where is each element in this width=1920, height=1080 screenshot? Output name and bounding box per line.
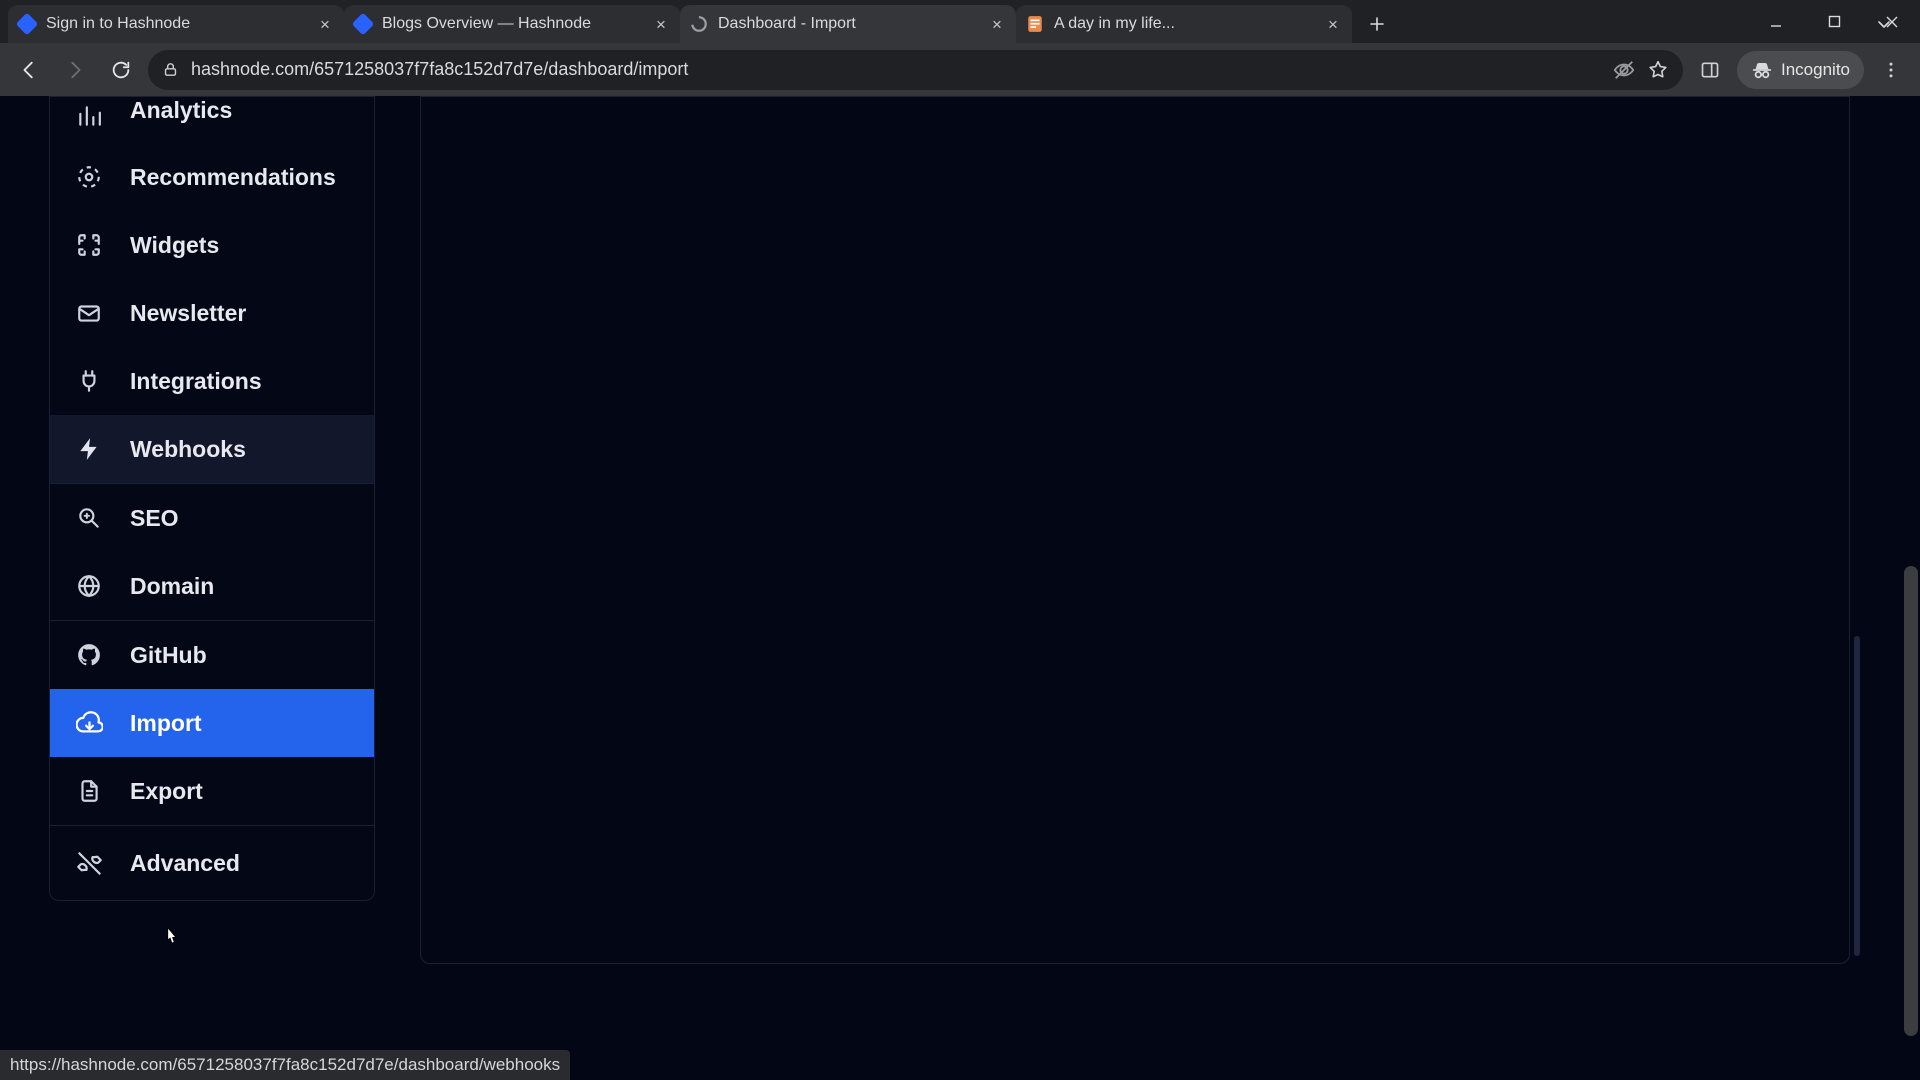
sidebar-item-github[interactable]: GitHub [50, 621, 374, 689]
tab-title: Dashboard - Import [718, 15, 978, 33]
analytics-icon [74, 101, 104, 131]
page-content: Analytics Recommendations Widgets [0, 96, 1920, 1080]
tab-strip: Sign in to Hashnode × Blogs Overview — H… [0, 0, 1920, 43]
main-content-panel [420, 96, 1850, 964]
viewport-scrollbar-thumb[interactable] [1904, 566, 1918, 1036]
sidebar-item-label: Newsletter [130, 300, 246, 327]
integrations-icon [74, 366, 104, 396]
newsletter-icon [74, 298, 104, 328]
sidebar-item-label: Advanced [130, 850, 240, 877]
sidebar-item-export[interactable]: Export [50, 757, 374, 825]
close-tab-icon[interactable]: × [1324, 16, 1342, 33]
dashboard-sidebar: Analytics Recommendations Widgets [49, 96, 375, 901]
new-tab-button[interactable] [1360, 7, 1394, 41]
sidebar-item-seo[interactable]: SEO [50, 484, 374, 552]
incognito-icon [1751, 59, 1773, 81]
window-controls [1748, 0, 1920, 43]
browser-tab-active[interactable]: Dashboard - Import × [680, 5, 1016, 43]
close-tab-icon[interactable]: × [652, 16, 670, 33]
window-maximize-button[interactable] [1806, 3, 1862, 41]
address-bar-url: hashnode.com/6571258037f7fa8c152d7d7e/da… [191, 59, 1601, 80]
sidebar-item-integrations[interactable]: Integrations [50, 347, 374, 415]
sidebar-item-label: Analytics [130, 97, 232, 124]
sidebar-item-widgets[interactable]: Widgets [50, 211, 374, 279]
sidebar-item-analytics[interactable]: Analytics [50, 97, 374, 143]
window-minimize-button[interactable] [1748, 3, 1804, 41]
window-close-button[interactable] [1864, 3, 1920, 41]
widgets-icon [74, 230, 104, 260]
sidebar-item-label: Widgets [130, 232, 219, 259]
bookmark-star-icon[interactable] [1647, 59, 1669, 81]
sidebar-item-label: Domain [130, 573, 214, 600]
sidebar-item-import[interactable]: Import [50, 689, 374, 757]
browser-tab[interactable]: Sign in to Hashnode × [8, 5, 344, 43]
incognito-label: Incognito [1781, 60, 1850, 80]
domain-icon [74, 571, 104, 601]
address-bar[interactable]: hashnode.com/6571258037f7fa8c152d7d7e/da… [148, 50, 1683, 90]
hashnode-favicon-icon [18, 15, 36, 33]
browser-menu-button[interactable] [1872, 51, 1910, 89]
webhooks-icon [74, 434, 104, 464]
side-panel-button[interactable] [1691, 51, 1729, 89]
sidebar-item-label: Export [130, 778, 203, 805]
export-icon [74, 776, 104, 806]
tab-title: A day in my life... [1054, 15, 1314, 33]
status-bar-url: https://hashnode.com/6571258037f7fa8c152… [10, 1055, 560, 1075]
mouse-cursor-icon [161, 926, 181, 952]
nav-back-button[interactable] [10, 51, 48, 89]
status-bar: https://hashnode.com/6571258037f7fa8c152… [0, 1050, 570, 1080]
sidebar-item-advanced[interactable]: Advanced [50, 826, 374, 900]
close-tab-icon[interactable]: × [988, 16, 1006, 33]
browser-toolbar: hashnode.com/6571258037f7fa8c152d7d7e/da… [0, 43, 1920, 96]
hashnode-favicon-icon [354, 15, 372, 33]
close-tab-icon[interactable]: × [316, 16, 334, 33]
sidebar-item-label: Recommendations [130, 164, 336, 191]
sidebar-item-domain[interactable]: Domain [50, 552, 374, 620]
sidebar-item-label: Integrations [130, 368, 262, 395]
sidebar-item-recommendations[interactable]: Recommendations [50, 143, 374, 211]
import-icon [74, 708, 104, 738]
doc-favicon-icon [1026, 15, 1044, 33]
nav-reload-button[interactable] [102, 51, 140, 89]
advanced-icon [74, 848, 104, 878]
browser-window: Sign in to Hashnode × Blogs Overview — H… [0, 0, 1920, 1080]
content-scrollbar[interactable] [1854, 636, 1860, 956]
loading-favicon-icon [690, 15, 708, 33]
recommendations-icon [74, 162, 104, 192]
sidebar-item-label: GitHub [130, 642, 207, 669]
sidebar-item-newsletter[interactable]: Newsletter [50, 279, 374, 347]
incognito-indicator[interactable]: Incognito [1737, 51, 1864, 89]
sidebar-item-label: SEO [130, 505, 179, 532]
lock-icon [162, 61, 179, 78]
tab-title: Sign in to Hashnode [46, 15, 306, 33]
github-icon [74, 640, 104, 670]
tracking-protection-icon[interactable] [1613, 59, 1635, 81]
sidebar-item-webhooks[interactable]: Webhooks [50, 415, 374, 483]
tab-title: Blogs Overview — Hashnode [382, 15, 642, 33]
page-viewport: Analytics Recommendations Widgets [0, 96, 1920, 1080]
seo-icon [74, 503, 104, 533]
sidebar-item-label: Webhooks [130, 436, 246, 463]
browser-tab[interactable]: Blogs Overview — Hashnode × [344, 5, 680, 43]
browser-tab[interactable]: A day in my life... × [1016, 5, 1352, 43]
sidebar-item-label: Import [130, 710, 202, 737]
nav-forward-button[interactable] [56, 51, 94, 89]
